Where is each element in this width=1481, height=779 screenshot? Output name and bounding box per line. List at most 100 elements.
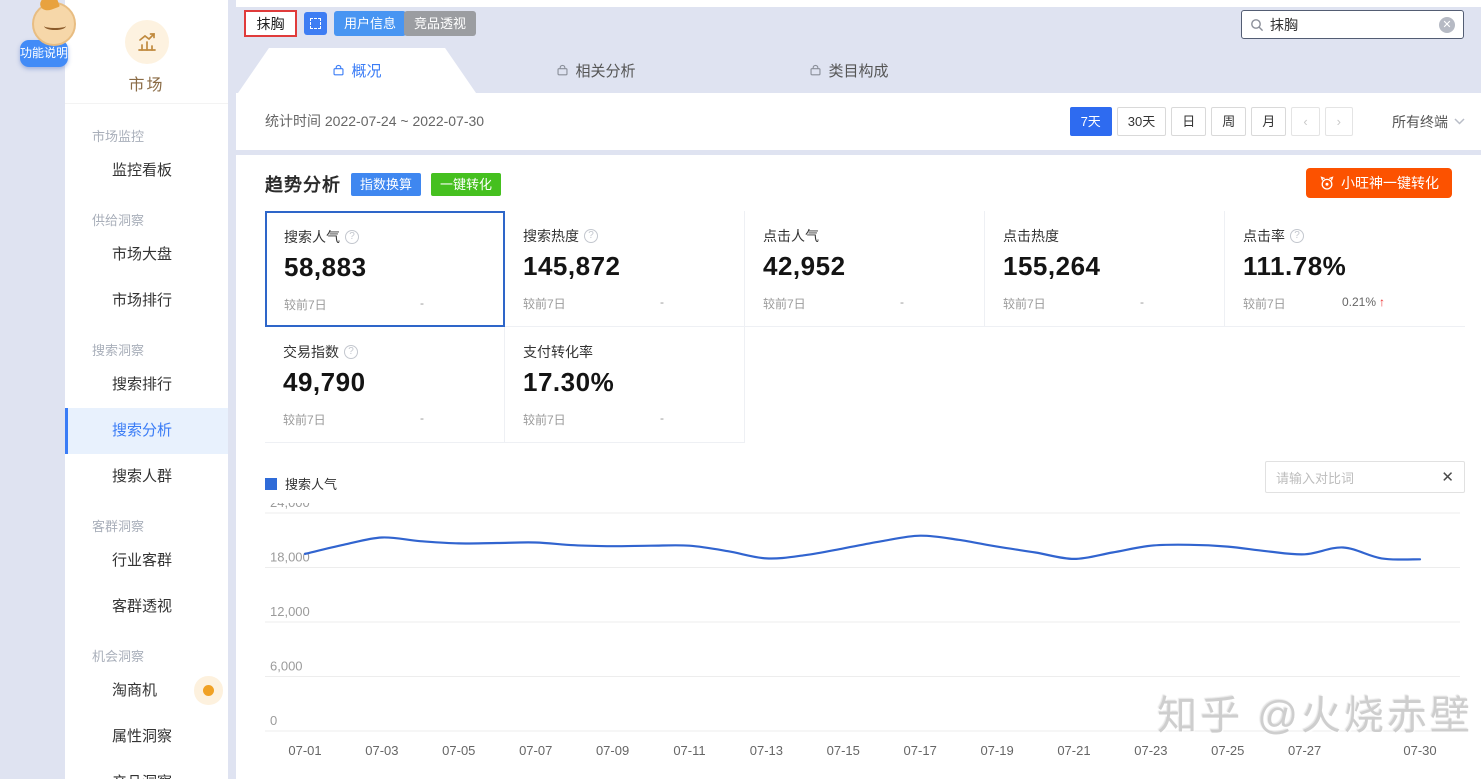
- svg-text:07-11: 07-11: [673, 743, 705, 758]
- svg-text:07-09: 07-09: [596, 743, 629, 758]
- prev-period-button[interactable]: ‹: [1291, 107, 1320, 136]
- sidebar-item-search-ranking[interactable]: 搜索排行: [65, 362, 228, 408]
- svg-text:07-13: 07-13: [750, 743, 783, 758]
- sidebar-item-tao-opportunity[interactable]: 淘商机: [65, 668, 228, 714]
- terminal-label: 所有终端: [1392, 113, 1448, 130]
- market-icon: [124, 20, 169, 64]
- card-search-heat[interactable]: 搜索热度? 145,872 较前7日 -: [505, 211, 745, 327]
- top-strip: [236, 0, 1481, 7]
- range-week-button[interactable]: 周: [1211, 107, 1247, 136]
- keyword-box[interactable]: 抹胸: [244, 10, 297, 37]
- svg-text:24,000: 24,000: [270, 503, 310, 510]
- compare-label: 较前7日: [1243, 297, 1286, 311]
- tab-label: 相关分析: [575, 63, 636, 80]
- bag-icon: [557, 64, 568, 76]
- card-title: 搜索人气: [284, 229, 340, 245]
- svg-text:07-30: 07-30: [1403, 743, 1436, 758]
- change-value: 0.21%: [1341, 295, 1376, 309]
- similar-words-icon[interactable]: [304, 12, 327, 35]
- up-arrow-icon: ↑: [1379, 295, 1385, 309]
- sidebar-item-market-overview[interactable]: 市场大盘: [65, 232, 228, 278]
- sidebar-item-search-analysis[interactable]: 搜索分析: [65, 408, 228, 454]
- sidebar-item-search-crowd[interactable]: 搜索人群: [65, 454, 228, 500]
- change-value: -: [660, 295, 664, 309]
- sidebar-item-market-ranking[interactable]: 市场排行: [65, 278, 228, 324]
- svg-text:0: 0: [270, 713, 277, 728]
- stat-time-range: 统计时间 2022-07-24 ~ 2022-07-30: [265, 113, 485, 129]
- compare-label: 较前7日: [1003, 297, 1046, 311]
- one-key-convert-button[interactable]: 一键转化: [431, 172, 502, 196]
- svg-text:12,000: 12,000: [270, 604, 310, 619]
- compare-label: 较前7日: [283, 413, 326, 427]
- tab-label: 概况: [351, 63, 382, 80]
- close-icon[interactable]: ✕: [1441, 468, 1454, 486]
- bag-icon: [333, 64, 344, 76]
- sidebar-app-label: 市场: [128, 77, 165, 94]
- sidebar-item-customer-perspective[interactable]: 客群透视: [65, 584, 228, 630]
- info-icon[interactable]: ?: [584, 229, 598, 243]
- compare-word-input[interactable]: 请输入对比词 ✕: [1265, 461, 1465, 493]
- competitor-perspective-button[interactable]: 竞品透视: [404, 11, 477, 36]
- card-value: 145,872: [523, 251, 621, 281]
- compare-placeholder: 请输入对比词: [1276, 470, 1355, 486]
- info-icon[interactable]: ?: [344, 345, 358, 359]
- range-month-button[interactable]: 月: [1251, 107, 1287, 136]
- card-title: 点击热度: [1003, 228, 1059, 244]
- compare-label: 较前7日: [523, 413, 566, 427]
- change-value: -: [420, 411, 424, 425]
- cat-icon: [1320, 176, 1334, 190]
- chart-legend[interactable]: 搜索人气: [265, 474, 337, 493]
- compare-label: 较前7日: [763, 297, 806, 311]
- svg-text:07-21: 07-21: [1057, 743, 1090, 758]
- helper-mascot[interactable]: 功能说明: [20, 2, 80, 67]
- sidebar-section-supply-insight: 供给洞察: [92, 213, 145, 228]
- sidebar-menu: 市场监控 监控看板 供给洞察 市场大盘 市场排行 搜索洞察 搜索排行 搜索分析 …: [65, 104, 228, 779]
- main-content: 抹胸 用户信息 竞品透视 抹胸 ✕ 概况 相关分析 类目构成 统计时间 2022…: [236, 0, 1481, 779]
- topbar: 抹胸 用户信息 竞品透视 抹胸 ✕: [236, 10, 1481, 40]
- terminal-select[interactable]: 所有终端: [1392, 112, 1465, 132]
- svg-text:18,000: 18,000: [270, 550, 310, 565]
- sidebar-section-opportunity-insight: 机会洞察: [92, 649, 145, 664]
- svg-text:07-01: 07-01: [288, 743, 321, 758]
- search-input[interactable]: 抹胸 ✕: [1241, 10, 1464, 39]
- change-value: -: [1140, 295, 1144, 309]
- compare-label: 较前7日: [523, 297, 566, 311]
- cta-label: 小旺神一键转化: [1341, 175, 1439, 191]
- sidebar-section-customer-insight: 客群洞察: [92, 519, 145, 534]
- sidebar-item-industry-customer[interactable]: 行业客群: [65, 538, 228, 584]
- range-day-button[interactable]: 日: [1171, 107, 1207, 136]
- chevron-down-icon: [1454, 118, 1465, 125]
- range-7d-button[interactable]: 7天: [1069, 107, 1112, 136]
- metric-cards: 搜索人气? 58,883 较前7日 - 搜索热度? 145,872 较前7日 - 点…: [265, 211, 1466, 443]
- search-value: 抹胸: [1270, 16, 1298, 33]
- tab-related-analysis[interactable]: 相关分析: [496, 48, 696, 93]
- card-click-rate[interactable]: 点击率? 111.78% 较前7日 0.21% ↑: [1225, 211, 1465, 327]
- index-convert-button[interactable]: 指数换算: [351, 172, 422, 196]
- tab-overview[interactable]: 概况: [238, 48, 476, 93]
- card-title: 点击人气: [763, 228, 819, 244]
- clear-search-icon[interactable]: ✕: [1439, 16, 1455, 33]
- card-value: 42,952: [763, 251, 846, 281]
- sidebar-item-attribute-insight[interactable]: 属性洞察: [65, 714, 228, 760]
- info-icon[interactable]: ?: [345, 230, 359, 244]
- tab-category-composition[interactable]: 类目构成: [749, 48, 949, 93]
- sidebar-item-product-insight[interactable]: 产品洞察: [65, 760, 228, 779]
- sidebar-section-search-insight: 搜索洞察: [92, 343, 145, 358]
- next-period-button[interactable]: ›: [1324, 107, 1353, 136]
- range-30d-button[interactable]: 30天: [1116, 107, 1167, 136]
- card-value: 58,883: [284, 252, 367, 282]
- info-icon[interactable]: ?: [1290, 229, 1304, 243]
- card-click-popularity[interactable]: 点击人气 42,952 较前7日 -: [745, 211, 985, 327]
- sidebar-app-header[interactable]: 市场: [65, 0, 228, 104]
- xiaowangshen-convert-button[interactable]: 小旺神一键转化: [1306, 168, 1452, 198]
- card-value: 155,264: [1003, 251, 1101, 281]
- card-click-heat[interactable]: 点击热度 155,264 较前7日 -: [985, 211, 1225, 327]
- trend-panel: 趋势分析 指数换算 一键转化 小旺神一键转化 搜索人气? 58,883 较前7日…: [236, 155, 1481, 779]
- card-payment-conversion[interactable]: 支付转化率 17.30% 较前7日 -: [505, 327, 745, 443]
- tab-bar: 概况 相关分析 类目构成: [236, 48, 1481, 93]
- card-transaction-index[interactable]: 交易指数? 49,790 较前7日 -: [265, 327, 505, 443]
- sidebar-item-monitor-board[interactable]: 监控看板: [65, 148, 228, 194]
- compare-label: 较前7日: [284, 298, 327, 312]
- user-info-button[interactable]: 用户信息: [334, 11, 407, 36]
- card-search-popularity[interactable]: 搜索人气? 58,883 较前7日 -: [265, 211, 505, 327]
